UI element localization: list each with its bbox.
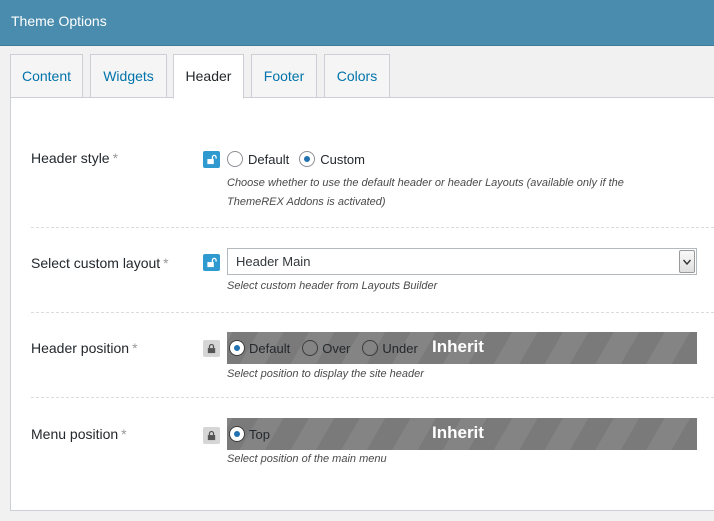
- custom-layout-label: Select custom layout *: [31, 255, 169, 271]
- option-default-label: Default: [248, 151, 290, 167]
- tab-header[interactable]: Header: [173, 54, 244, 99]
- custom-layout-label-text: Select custom layout: [31, 255, 161, 271]
- header-style-description: Choose whether to use the default header…: [227, 177, 624, 208]
- header-style-label: Header style *: [31, 150, 118, 166]
- tab-content[interactable]: Content: [10, 54, 83, 98]
- lock-icon[interactable]: [203, 340, 220, 357]
- custom-layout-value: Header Main: [236, 254, 311, 269]
- menu-position-option-top[interactable]: Top: [229, 426, 270, 442]
- radio-over[interactable]: [302, 340, 319, 356]
- menu-position-label-text: Menu position: [31, 426, 119, 442]
- title-bar: Theme Options: [0, 0, 714, 46]
- custom-layout-select[interactable]: Header Main: [227, 248, 697, 275]
- custom-layout-description: Select custom header from Layouts Builde…: [227, 280, 438, 292]
- menu-position-inherit-overlay[interactable]: Top Inherit: [227, 418, 697, 450]
- required-mark: *: [112, 150, 119, 166]
- option-custom-label: Custom: [320, 151, 365, 167]
- radio-default[interactable]: [227, 151, 243, 167]
- radio-default[interactable]: [229, 340, 245, 356]
- tab-bar: Content Widgets Header Footer Colors: [0, 46, 714, 99]
- row-divider: [31, 227, 714, 228]
- option-under-label: Under: [382, 340, 418, 356]
- header-position-description: Select position to display the site head…: [227, 368, 424, 380]
- menu-position-description: Select position of the main menu: [227, 453, 387, 465]
- header-style-label-text: Header style: [31, 150, 110, 166]
- row-divider: [31, 312, 714, 313]
- radio-top[interactable]: [229, 426, 245, 442]
- tab-footer[interactable]: Footer: [251, 54, 317, 98]
- lock-icon[interactable]: [203, 427, 220, 444]
- radio-under[interactable]: [362, 340, 379, 356]
- unlock-icon[interactable]: [203, 254, 220, 271]
- header-position-inherit-overlay[interactable]: Default Over Under Inherit: [227, 332, 697, 364]
- window-title: Theme Options: [11, 13, 107, 29]
- header-position-option-default[interactable]: Default: [229, 340, 290, 356]
- radio-custom[interactable]: [299, 151, 316, 167]
- header-style-radio-group: Default Custom: [227, 151, 375, 167]
- inherit-label: Inherit: [432, 337, 484, 356]
- option-top-label: Top: [249, 426, 270, 442]
- header-position-radio-group: Default Over Under: [227, 340, 430, 356]
- unlock-icon[interactable]: [203, 151, 220, 168]
- option-default-label: Default: [249, 340, 291, 356]
- row-divider: [31, 397, 714, 398]
- required-mark: *: [163, 255, 169, 271]
- tab-widgets[interactable]: Widgets: [90, 54, 167, 98]
- menu-position-radio-group: Top: [227, 426, 282, 442]
- header-position-option-over[interactable]: Over: [302, 340, 350, 356]
- tab-colors[interactable]: Colors: [324, 54, 390, 98]
- header-style-option-default[interactable]: Default: [227, 151, 289, 167]
- chevron-down-icon[interactable]: [679, 250, 695, 273]
- required-mark: *: [132, 340, 138, 356]
- header-position-label-text: Header position: [31, 340, 130, 356]
- header-position-label: Header position *: [31, 340, 138, 356]
- option-over-label: Over: [322, 340, 351, 356]
- header-style-option-custom[interactable]: Custom: [299, 151, 365, 167]
- required-mark: *: [121, 426, 127, 442]
- header-position-option-under[interactable]: Under: [362, 340, 418, 356]
- menu-position-label: Menu position *: [31, 426, 127, 442]
- inherit-label: Inherit: [432, 423, 484, 442]
